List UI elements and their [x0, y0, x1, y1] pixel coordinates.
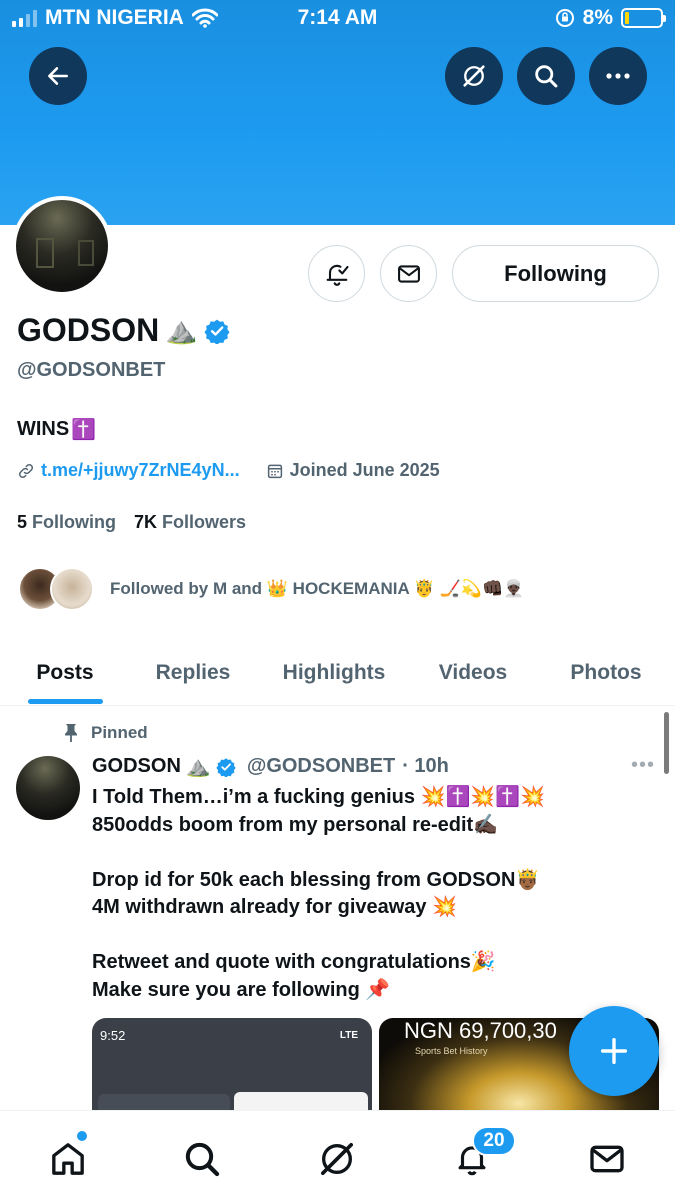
scrollbar[interactable]	[664, 712, 669, 774]
pin-icon	[65, 724, 77, 742]
post-author-name[interactable]: GODSON	[92, 755, 181, 778]
compose-button[interactable]	[569, 1006, 659, 1096]
plus-icon	[600, 1037, 628, 1065]
verified-badge-icon	[216, 757, 236, 777]
profile-bio: WINS ✝️	[17, 417, 96, 442]
post-header: GODSON ⛰️ @GODSONBET · 10h	[92, 754, 449, 779]
notification-badge: 20	[472, 1126, 516, 1156]
search-button[interactable]	[517, 47, 575, 105]
profile-name-row: GODSON ⛰️	[17, 312, 230, 349]
home-unread-dot	[77, 1131, 87, 1141]
media-amount: NGN 69,700,30	[404, 1018, 557, 1043]
verified-badge-icon	[204, 319, 230, 344]
rotation-lock-icon	[555, 9, 574, 27]
following-button[interactable]: Following	[452, 245, 659, 302]
battery-icon	[621, 8, 666, 28]
post-line: Retweet and quote with congratulations🎉	[92, 951, 496, 973]
search-icon	[185, 1142, 220, 1177]
post-more-icon[interactable]: •••	[631, 754, 655, 777]
post-author-avatar[interactable]	[16, 756, 80, 820]
profile-avatar[interactable]	[12, 196, 112, 296]
media-time: 9:52	[100, 1028, 126, 1043]
post-line: I Told Them…i’m a fucking genius 💥✝️💥✝️💥	[92, 786, 546, 808]
mountain-emoji: ⛰️	[185, 756, 211, 778]
tab-posts[interactable]: Posts	[10, 640, 120, 706]
post-line: 4M withdrawn already for giveaway 💥	[92, 896, 458, 918]
profile-meta: t.me/+jjuwy7ZrNE4yN... Joined June 2025	[17, 460, 440, 481]
followed-by-text: Followed by M and 👑 HOCKEMANIA 🤴 🏒💫👊🏿👳🏿‍…	[110, 579, 525, 598]
pinned-label-row: Pinned	[63, 723, 148, 743]
nav-home[interactable]	[42, 1133, 94, 1185]
message-button[interactable]	[380, 245, 437, 302]
grok-button[interactable]	[445, 47, 503, 105]
profile-tabs: Posts Replies Highlights Videos Photos	[0, 640, 675, 706]
back-button[interactable]	[29, 47, 87, 105]
post-line: 850odds boom from my personal re-edit✍🏿	[92, 813, 499, 836]
following-count-link[interactable]: 5 Following	[17, 512, 116, 533]
home-icon	[52, 1143, 84, 1175]
followers-count-link[interactable]: 7K Followers	[134, 512, 246, 533]
post-line: Drop id for 50k each blessing from GODSO…	[92, 868, 541, 891]
follow-counts: 5 Following 7K Followers	[17, 512, 246, 533]
post-author-handle: @GODSONBET	[246, 755, 396, 777]
profile-handle: @GODSONBET	[17, 359, 166, 381]
nav-messages[interactable]	[581, 1133, 633, 1185]
following-label: Following	[32, 512, 117, 532]
media-subtitle: Sports Bet History	[415, 1046, 488, 1056]
bottom-navigation	[0, 1110, 675, 1200]
media-status: LTE	[339, 1030, 358, 1041]
profile-link[interactable]: t.me/+jjuwy7ZrNE4yN...	[41, 460, 240, 481]
joined-date: Joined June 2025	[289, 460, 440, 480]
bell-check-icon	[326, 264, 349, 286]
calendar-icon	[267, 464, 282, 478]
nav-search[interactable]	[176, 1133, 228, 1185]
mail-icon	[590, 1145, 624, 1173]
followed-by-row[interactable]: Followed by M and 👑 HOCKEMANIA 🤴 🏒💫👊🏿👳🏿‍…	[18, 567, 524, 611]
pinned-label: Pinned	[91, 723, 148, 742]
battery-percent: 8%	[582, 6, 613, 29]
cross-emoji: ✝️	[71, 419, 97, 441]
followers-label: Followers	[162, 512, 247, 532]
bio-text: WINS	[17, 418, 70, 440]
grok-icon	[463, 65, 485, 87]
tab-photos[interactable]: Photos	[555, 640, 657, 706]
post-time: · 10h	[402, 755, 449, 777]
post-line: Make sure you are following 📌	[92, 978, 391, 1001]
link-icon	[18, 463, 34, 478]
tab-highlights[interactable]: Highlights	[268, 640, 400, 706]
tab-replies[interactable]: Replies	[138, 640, 248, 706]
mail-icon	[397, 264, 420, 283]
grok-icon	[321, 1143, 353, 1175]
notifications-button[interactable]	[308, 245, 365, 302]
mountain-emoji: ⛰️	[165, 315, 198, 345]
follower-avatar	[50, 567, 94, 611]
post-media-image[interactable]: 9:52 LTE	[92, 1018, 372, 1113]
followers-count: 7K	[134, 512, 158, 532]
more-button[interactable]	[589, 47, 647, 105]
profile-name: GODSON	[17, 312, 160, 348]
tab-videos[interactable]: Videos	[422, 640, 524, 706]
search-icon	[535, 65, 558, 88]
active-tab-indicator	[28, 699, 103, 704]
more-icon	[606, 73, 630, 79]
post-text: I Told Them…i’m a fucking genius 💥✝️💥✝️💥…	[92, 784, 652, 1004]
following-count: 5	[17, 512, 28, 532]
nav-grok[interactable]	[311, 1133, 363, 1185]
back-arrow-icon	[48, 67, 68, 85]
status-bar: MTN NIGERIA 7:14 AM 8%	[0, 0, 675, 40]
